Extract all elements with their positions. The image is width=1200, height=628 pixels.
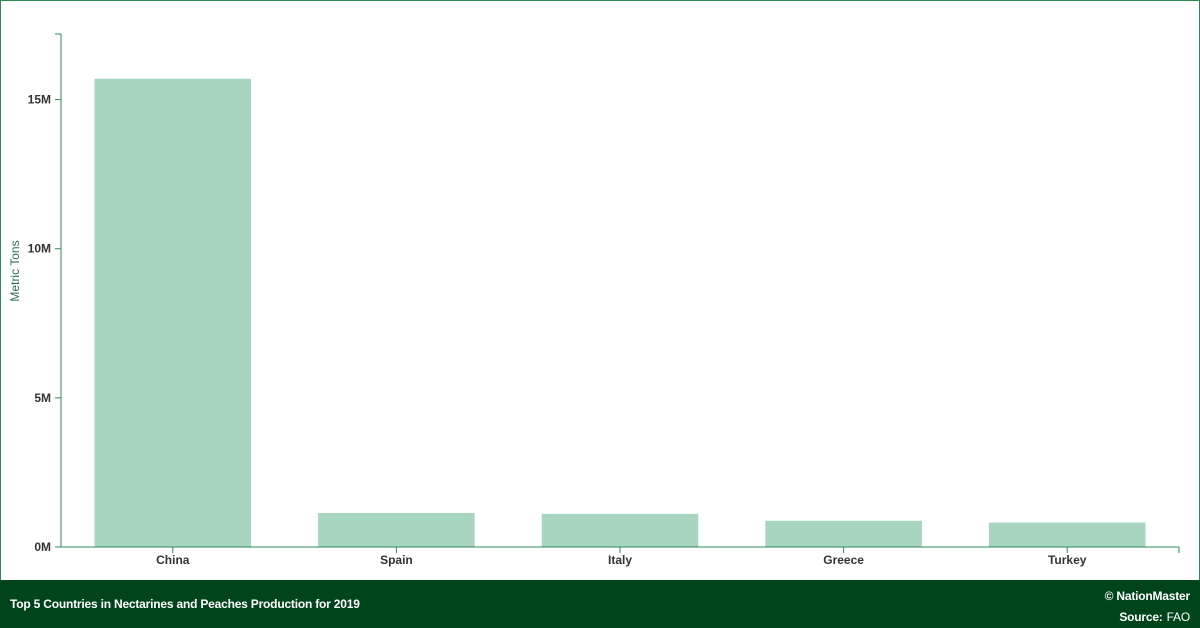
x-tick-label: China	[156, 553, 190, 567]
footer-bar: Top 5 Countries in Nectarines and Peache…	[0, 580, 1200, 628]
source-value: FAO	[1166, 610, 1191, 624]
x-tick-label: Turkey	[1048, 553, 1087, 567]
y-tick-label: 10M	[28, 242, 51, 256]
bar	[765, 520, 922, 547]
y-tick-label: 0M	[34, 540, 51, 554]
source-label: Source:	[1119, 610, 1163, 624]
bar	[541, 513, 699, 547]
footer-credits: © NationMaster Source: FAO	[1104, 586, 1191, 628]
y-axis-label: Metric Tons	[8, 240, 22, 301]
x-tick-label: Greece	[823, 553, 864, 567]
x-axis: China Spain Italy Greece Turkey	[61, 546, 1180, 567]
x-tick-label: Italy	[608, 553, 632, 567]
copyright-text: © NationMaster	[1104, 589, 1191, 603]
bar-chart: 0M 5M 10M 15M China Spain Italy Greece Turkey M…	[8, 33, 1180, 567]
x-tick-label: Spain	[380, 553, 413, 567]
y-tick-label: 5M	[34, 391, 51, 405]
bar	[94, 78, 252, 547]
bars	[94, 78, 1146, 547]
chart-title: Top 5 Countries in Nectarines and Peache…	[10, 597, 360, 611]
y-axis: 0M 5M 10M 15M	[28, 33, 62, 554]
chart-frame: 0M 5M 10M 15M China Spain Italy Greece Turkey M…	[0, 0, 1200, 581]
bar	[988, 522, 1146, 547]
bar	[318, 512, 475, 547]
y-tick-label: 15M	[28, 93, 51, 107]
source-line: Source: FAO	[1105, 607, 1190, 628]
